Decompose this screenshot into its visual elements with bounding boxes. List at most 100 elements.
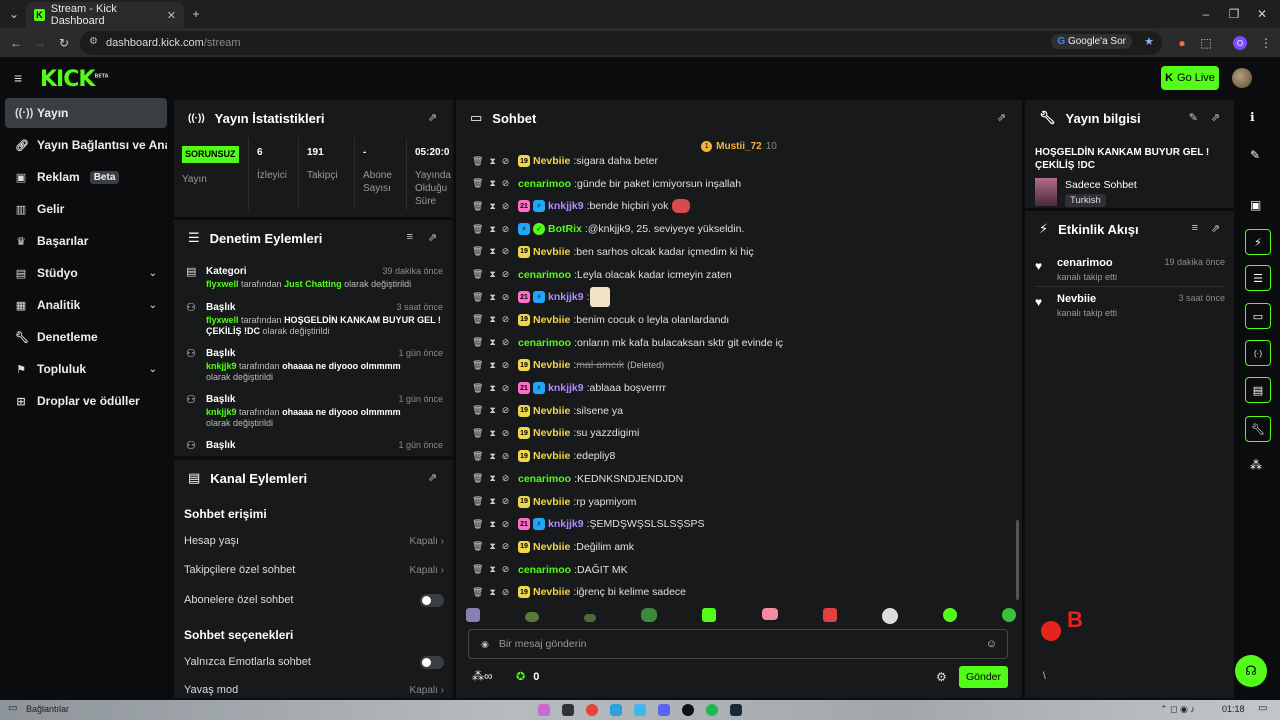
- rail-list-button[interactable]: ☰: [1245, 265, 1271, 291]
- chat-username[interactable]: knkjjk9: [548, 382, 584, 394]
- ban-icon[interactable]: ⊘: [502, 473, 510, 484]
- timeout-icon[interactable]: ⧗: [489, 360, 495, 371]
- trash-icon[interactable]: 🗑︎: [472, 337, 483, 348]
- bookmark-star-icon[interactable]: ★: [1144, 35, 1154, 48]
- tray-icons[interactable]: ⌃ ◻ ◉ ♪: [1160, 704, 1195, 715]
- ban-icon[interactable]: ⊘: [502, 587, 510, 598]
- timeout-icon[interactable]: ⧗: [489, 292, 495, 303]
- trash-icon[interactable]: 🗑︎: [472, 519, 483, 530]
- trash-icon[interactable]: 🗑︎: [472, 314, 483, 325]
- trash-icon[interactable]: 🗑︎: [472, 451, 483, 462]
- chat-username[interactable]: Nevbiie: [533, 359, 570, 371]
- trash-icon[interactable]: 🗑︎: [472, 246, 483, 257]
- tab-list-icon[interactable]: ⌄: [4, 4, 24, 24]
- popout-icon[interactable]: ⇗: [428, 471, 437, 484]
- chat-username[interactable]: BotRix: [548, 223, 582, 235]
- trash-icon[interactable]: 🗑︎: [472, 156, 483, 167]
- back-icon[interactable]: ←: [6, 33, 26, 53]
- discord-icon[interactable]: [658, 704, 670, 716]
- steam-icon[interactable]: [730, 704, 742, 716]
- timeout-icon[interactable]: ⧗: [489, 587, 495, 598]
- chat-username[interactable]: cenarimoo: [518, 178, 571, 190]
- emote-icon[interactable]: [641, 608, 658, 622]
- emote-only-toggle[interactable]: [420, 656, 444, 669]
- timeout-icon[interactable]: ⧗: [489, 451, 495, 462]
- sidebar-item-community[interactable]: ⚑ Topluluk ⌄: [5, 354, 167, 384]
- timeout-icon[interactable]: ⧗: [489, 178, 495, 189]
- app-icon[interactable]: [562, 704, 574, 716]
- ban-icon[interactable]: ⊘: [502, 314, 510, 325]
- chat-username[interactable]: Nevbiie: [533, 496, 570, 508]
- hamburger-menu-icon[interactable]: ≡: [14, 70, 22, 86]
- telegram-icon[interactable]: [610, 704, 622, 716]
- sidebar-item-ads[interactable]: ▣ Reklam Beta: [5, 162, 167, 192]
- minimize-icon[interactable]: –: [1196, 4, 1216, 24]
- emote-icon[interactable]: [584, 614, 597, 622]
- filter-icon[interactable]: ≡: [407, 231, 413, 243]
- emoji-icon[interactable]: ☺: [986, 638, 997, 650]
- chat-username[interactable]: Nevbiie: [533, 450, 570, 462]
- chat-input[interactable]: ◉ Bir mesaj gönderin ☺: [468, 629, 1008, 659]
- followers-only-row[interactable]: Takipçilere özel sohbet Kapalı ›: [184, 560, 444, 580]
- extension-icon[interactable]: ●: [1172, 33, 1192, 53]
- emote-icon[interactable]: [881, 608, 898, 624]
- folder-icon[interactable]: ▭: [8, 703, 17, 714]
- info-icon[interactable]: ℹ: [1250, 110, 1255, 124]
- restore-icon[interactable]: ❐: [1224, 4, 1244, 24]
- timeout-icon[interactable]: ⧗: [489, 224, 495, 235]
- sidebar-item-drops[interactable]: ⊞ Droplar ve ödüller: [5, 386, 167, 416]
- kick-logo[interactable]: KICKBETA: [40, 67, 109, 92]
- trash-icon[interactable]: 🗑︎: [472, 383, 483, 394]
- chat-username[interactable]: Nevbiie: [533, 405, 570, 417]
- sidebar-item-achievements[interactable]: ♛ Başarılar: [5, 226, 167, 256]
- chrome-icon[interactable]: [586, 704, 598, 716]
- chat-username[interactable]: knkjjk9: [548, 291, 584, 303]
- chat-username[interactable]: Nevbiie: [533, 155, 570, 167]
- trash-icon[interactable]: 🗑︎: [472, 178, 483, 189]
- rail-wrench-button[interactable]: 🔧︎: [1245, 416, 1271, 442]
- user-avatar[interactable]: [1232, 68, 1252, 88]
- chat-settings-icon[interactable]: ⚙: [936, 670, 947, 684]
- chat-username[interactable]: Nevbiie: [533, 314, 570, 326]
- timeout-icon[interactable]: ⧗: [489, 564, 495, 575]
- infinity-icon[interactable]: ⁂∞: [472, 669, 493, 683]
- trash-icon[interactable]: 🗑︎: [472, 473, 483, 484]
- emote-icon[interactable]: [525, 612, 540, 622]
- spotify-icon[interactable]: [706, 704, 718, 716]
- popout-icon[interactable]: ⇗: [428, 231, 437, 244]
- timeout-icon[interactable]: ⧗: [489, 246, 495, 257]
- rail-broadcast-button[interactable]: (·): [1245, 340, 1271, 366]
- forward-icon[interactable]: →: [30, 33, 50, 53]
- emote-icon[interactable]: [822, 608, 837, 622]
- chat-username[interactable]: Nevbiie: [533, 427, 570, 439]
- chat-username[interactable]: knkjjk9: [548, 200, 584, 212]
- timeout-icon[interactable]: ⧗: [489, 269, 495, 280]
- account-age-row[interactable]: Hesap yaşı Kapalı ›: [184, 531, 444, 551]
- ban-icon[interactable]: ⊘: [502, 246, 510, 257]
- rail-actions-button[interactable]: ▤: [1245, 377, 1271, 403]
- browser-menu-icon[interactable]: ⋮: [1256, 33, 1276, 53]
- close-window-icon[interactable]: ✕: [1252, 4, 1272, 24]
- ban-icon[interactable]: ⊘: [502, 541, 510, 552]
- sidebar-item-moderation[interactable]: 🔧︎ Denetleme: [5, 322, 167, 352]
- send-button[interactable]: Gönder: [959, 666, 1008, 688]
- rail-chat-button[interactable]: ▭: [1245, 303, 1271, 329]
- chat-username[interactable]: Nevbiie: [533, 246, 570, 258]
- emote-icon[interactable]: [942, 608, 957, 622]
- ad-rail-icon[interactable]: ▣: [1250, 198, 1261, 212]
- chat-username[interactable]: Nevbiie: [533, 541, 570, 553]
- subs-only-toggle[interactable]: [420, 594, 444, 607]
- popout-icon[interactable]: ⇗: [1211, 222, 1220, 235]
- trash-icon[interactable]: 🗑︎: [472, 564, 483, 575]
- trash-icon[interactable]: 🗑︎: [472, 405, 483, 416]
- ban-icon[interactable]: ⊘: [502, 156, 510, 167]
- ban-icon[interactable]: ⊘: [502, 337, 510, 348]
- ban-icon[interactable]: ⊘: [502, 451, 510, 462]
- trash-icon[interactable]: 🗑︎: [472, 360, 483, 371]
- emote-icon[interactable]: [1001, 608, 1016, 622]
- obs-icon[interactable]: [682, 704, 694, 716]
- emote-icon[interactable]: [761, 608, 778, 620]
- apps-icon[interactable]: ⁂: [1250, 458, 1262, 472]
- timeout-icon[interactable]: ⧗: [489, 519, 495, 530]
- trash-icon[interactable]: 🗑︎: [472, 224, 483, 235]
